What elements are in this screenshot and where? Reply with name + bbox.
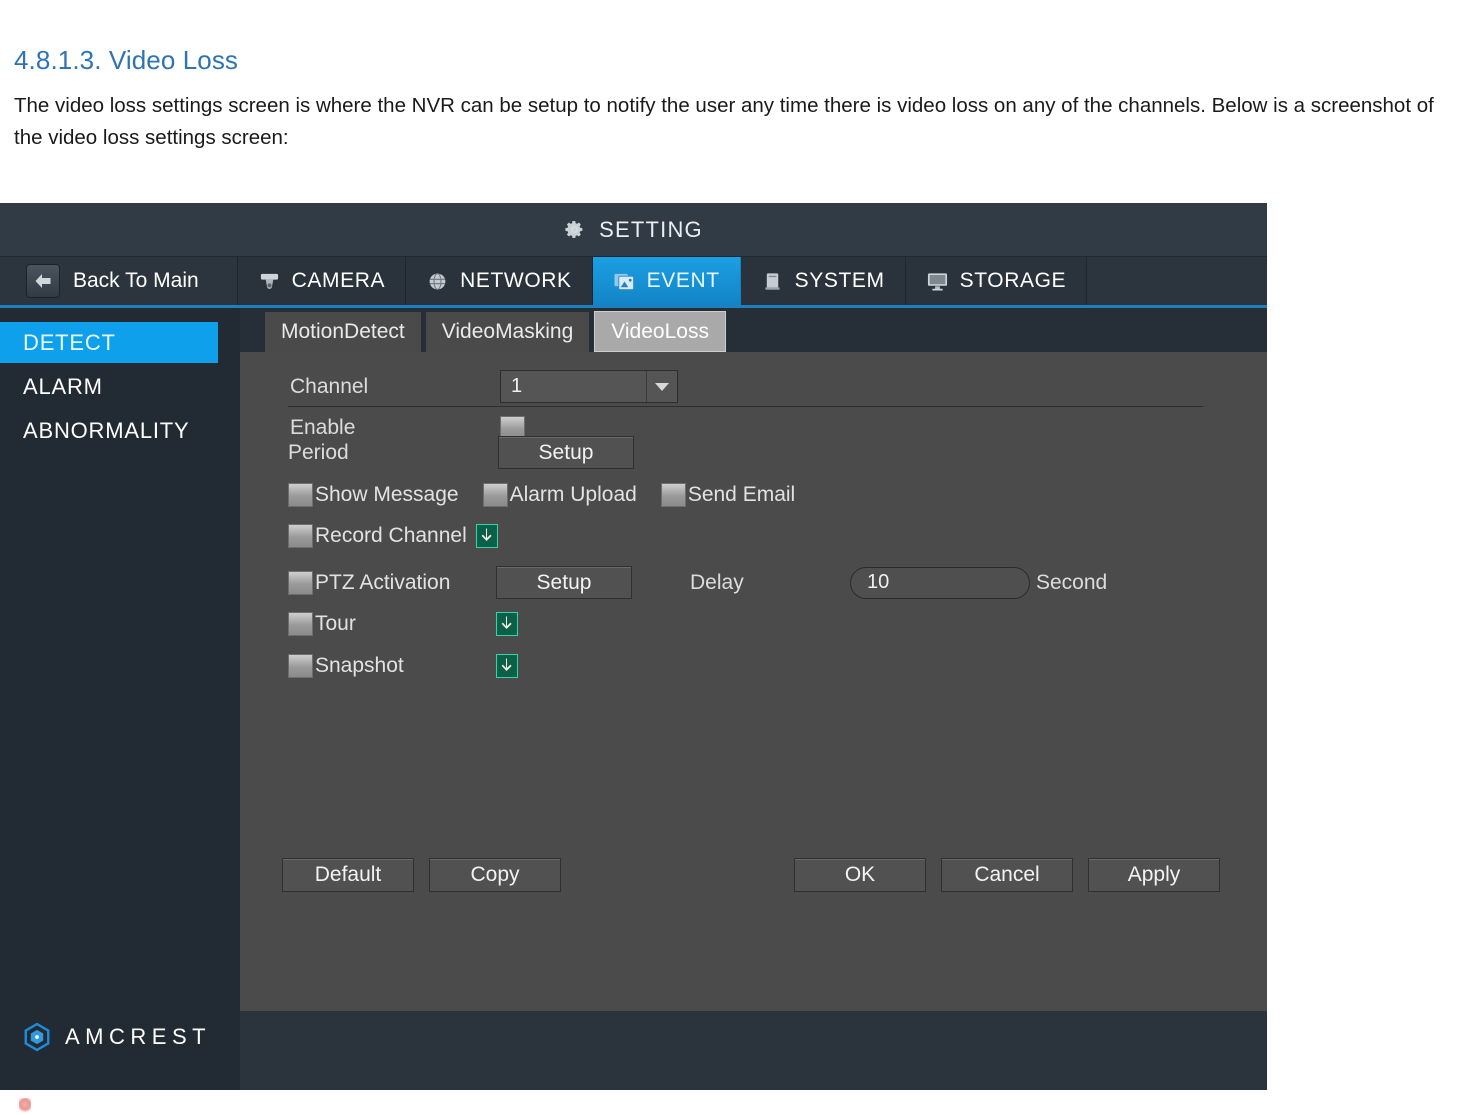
send-email-label: Send Email (687, 483, 796, 506)
page-artifact-icon (19, 1098, 31, 1114)
panel-footer (240, 1011, 1267, 1090)
send-email-row[interactable]: Send Email (660, 483, 796, 507)
show-message-row[interactable]: Show Message (288, 483, 459, 507)
amcrest-wordmark: AMCREST (65, 1024, 212, 1049)
alarm-upload-label: Alarm Upload (509, 483, 637, 506)
alarm-upload-checkbox[interactable] (482, 483, 508, 507)
menu-tab-event[interactable]: EVENT (592, 257, 741, 305)
main-menu-bar: Back To Main CAMERA NETWORK EVENT SYSTEM… (0, 257, 1267, 305)
monitor-icon (926, 271, 949, 292)
tour-expand-icon[interactable] (496, 612, 518, 636)
copy-button[interactable]: Copy (429, 858, 561, 892)
delay-label: Delay (690, 570, 744, 594)
sidebar-item-abnormality[interactable]: ABNORMALITY (0, 410, 240, 451)
camera-icon (258, 271, 281, 292)
page-title: 4.8.1.3. Video Loss (14, 45, 239, 75)
ptz-setup-button[interactable]: Setup (496, 566, 632, 599)
back-to-main-label: Back To Main (73, 269, 199, 292)
menu-tab-system-label: SYSTEM (794, 269, 885, 292)
ok-button[interactable]: OK (794, 858, 926, 892)
tab-videomasking[interactable]: VideoMasking (425, 312, 590, 352)
ptz-activation-checkbox[interactable] (288, 570, 313, 595)
sidebar-item-alarm[interactable]: ALARM (0, 366, 240, 407)
record-channel-checkbox[interactable] (288, 524, 313, 548)
default-button[interactable]: Default (282, 858, 414, 892)
system-icon (761, 271, 784, 292)
window-title-label: SETTING (599, 216, 703, 242)
chevron-down-icon (646, 371, 677, 402)
tab-videoloss[interactable]: VideoLoss (594, 311, 726, 352)
channel-select-value: 1 (511, 375, 523, 397)
menu-tab-network[interactable]: NETWORK (406, 257, 593, 305)
window-title: SETTING (564, 217, 703, 243)
nvr-screenshot: SETTING Back To Main CAMERA NETWORK EVEN… (0, 203, 1267, 1090)
default-button-label: Default (314, 863, 382, 886)
menu-tab-storage-label: STORAGE (959, 269, 1067, 292)
sidebar-item-label: ABNORMALITY (23, 417, 190, 443)
sidebar-item-label: DETECT (23, 329, 116, 355)
tour-row[interactable]: Tour (288, 612, 496, 636)
sidebar-item-label: ALARM (23, 373, 103, 399)
record-channel-label: Record Channel (315, 524, 467, 547)
tab-videomasking-label: VideoMasking (441, 320, 574, 343)
menu-tab-camera[interactable]: CAMERA (236, 257, 407, 305)
snapshot-row[interactable]: Snapshot (288, 654, 496, 678)
alarm-upload-row[interactable]: Alarm Upload (482, 483, 637, 507)
nvr-body: DETECT ALARM ABNORMALITY AMCREST MotionD… (0, 308, 1267, 1090)
videoloss-form: Channel 1 Enable Period Setup Show Messa… (240, 352, 1267, 1011)
copy-button-label: Copy (470, 863, 520, 886)
menu-tab-system[interactable]: SYSTEM (740, 257, 906, 305)
sub-tab-bar: MotionDetect VideoMasking VideoLoss (240, 308, 1267, 352)
window-titlebar: SETTING (0, 203, 1267, 257)
delay-input[interactable]: 10 (850, 566, 1030, 599)
cancel-button-label: Cancel (974, 863, 1040, 886)
menu-tab-storage[interactable]: STORAGE (905, 257, 1088, 305)
menu-tab-list: CAMERA NETWORK EVENT SYSTEM STORAGE (236, 257, 1088, 305)
record-channel-expand-icon[interactable] (475, 524, 498, 548)
menu-tab-camera-label: CAMERA (291, 269, 386, 292)
delay-input-value: 10 (867, 571, 890, 593)
record-channel-row[interactable]: Record Channel (288, 524, 467, 548)
delay-unit-label: Second (1036, 570, 1108, 594)
tab-videoloss-label: VideoLoss (611, 319, 709, 343)
tab-motiondetect[interactable]: MotionDetect (265, 312, 421, 352)
apply-button-label: Apply (1127, 863, 1181, 886)
apply-button[interactable]: Apply (1088, 858, 1220, 892)
globe-icon (426, 271, 449, 292)
snapshot-expand-icon[interactable] (496, 654, 518, 678)
ptz-activation-row[interactable]: PTZ Activation (288, 570, 496, 595)
menu-tab-event-label: EVENT (646, 269, 720, 292)
ok-button-label: OK (844, 863, 876, 886)
tab-motiondetect-label: MotionDetect (281, 320, 405, 343)
period-setup-label: Setup (538, 440, 594, 464)
amcrest-logo: AMCREST (22, 1022, 211, 1052)
ptz-activation-label: PTZ Activation (315, 570, 451, 594)
gear-icon (564, 219, 585, 240)
channel-select[interactable]: 1 (500, 370, 678, 403)
period-setup-button[interactable]: Setup (498, 436, 634, 469)
settings-panel: MotionDetect VideoMasking VideoLoss Chan… (240, 308, 1267, 1011)
tour-label: Tour (315, 612, 356, 635)
snapshot-checkbox[interactable] (288, 654, 313, 678)
cancel-button[interactable]: Cancel (941, 858, 1073, 892)
amcrest-hexagon-icon (22, 1022, 52, 1052)
back-arrow-icon (26, 264, 60, 298)
ptz-setup-label: Setup (536, 570, 592, 594)
show-message-checkbox[interactable] (288, 483, 313, 507)
channel-label: Channel (290, 374, 369, 398)
period-label: Period (288, 440, 349, 464)
show-message-label: Show Message (315, 483, 459, 506)
section-divider (288, 406, 1203, 407)
sidebar: DETECT ALARM ABNORMALITY AMCREST (0, 308, 240, 1090)
send-email-checkbox[interactable] (660, 483, 686, 507)
back-to-main-button[interactable]: Back To Main (0, 257, 219, 305)
tour-checkbox[interactable] (288, 612, 313, 636)
sidebar-item-detect[interactable]: DETECT (0, 322, 218, 363)
menu-tab-network-label: NETWORK (460, 269, 572, 292)
page-paragraph: The video loss settings screen is where … (14, 94, 1434, 149)
snapshot-label: Snapshot (315, 654, 404, 677)
event-icon (613, 271, 636, 292)
